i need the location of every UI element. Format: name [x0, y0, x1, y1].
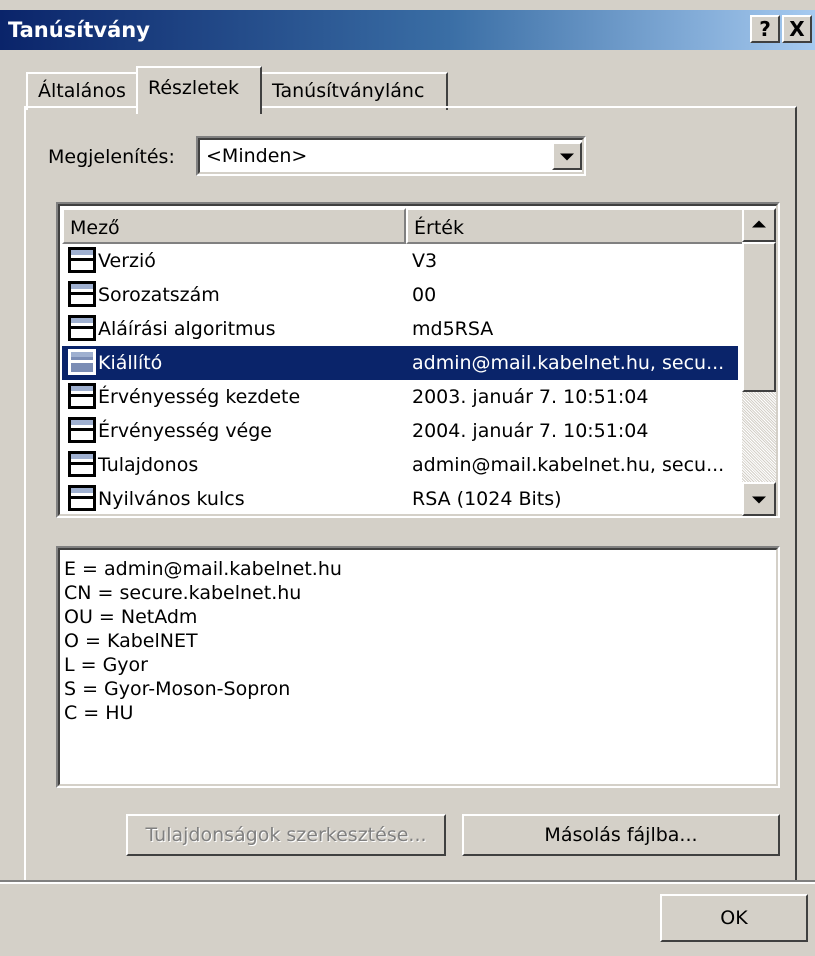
field-icon: [68, 417, 96, 443]
field-name: Aláírási algoritmus: [98, 318, 276, 340]
scroll-thumb[interactable]: [742, 242, 776, 392]
field-list-scrollbar[interactable]: [742, 208, 776, 516]
field-row-valid-to[interactable]: Érvényesség vége 2004. január 7. 10:51:0…: [62, 414, 738, 448]
field-icon: [68, 451, 96, 477]
field-value: 00: [412, 284, 437, 306]
detail-line: S = Gyor-Moson-Sopron: [64, 678, 291, 700]
field-row-version[interactable]: Verzió V3: [62, 244, 738, 278]
field-icon: [68, 315, 96, 341]
field-icon: [68, 383, 96, 409]
copy-to-file-button-label: Másolás fájlba...: [544, 824, 698, 846]
field-name: Érvényesség kezdete: [98, 386, 301, 408]
field-row-subject[interactable]: Tulajdonos admin@mail.kabelnet.hu, secu.…: [62, 448, 738, 482]
title-bar[interactable]: Tanúsítvány ? X: [0, 10, 815, 50]
field-value: admin@mail.kabelnet.hu, secu...: [412, 352, 725, 374]
tab-certification-path[interactable]: Tanúsítványlánc: [260, 72, 448, 110]
certificate-dialog: Tanúsítvány ? X Általános Tanúsítványlán…: [0, 0, 815, 956]
detail-line: C = HU: [64, 702, 134, 724]
detail-line: O = KabelNET: [64, 630, 198, 652]
show-label: Megjelenítés:: [48, 146, 175, 168]
window-title: Tanúsítvány: [8, 18, 150, 42]
chevron-up-icon: [752, 220, 766, 228]
chevron-down-icon: [752, 496, 766, 504]
help-icon: ?: [759, 17, 771, 41]
field-icon: [68, 485, 96, 511]
edit-properties-button-label: Tulajdonságok szerkesztése...: [145, 824, 427, 846]
edit-properties-button[interactable]: Tulajdonságok szerkesztése...: [126, 814, 446, 856]
field-value: admin@mail.kabelnet.hu, secu...: [412, 454, 725, 476]
column-header-value-label: Érték: [414, 217, 464, 239]
detail-line: E = admin@mail.kabelnet.hu: [64, 558, 342, 580]
tab-general-label: Általános: [38, 80, 126, 102]
chevron-down-icon: [560, 153, 574, 161]
show-dropdown[interactable]: <Minden>: [196, 136, 586, 176]
column-header-value[interactable]: Érték: [406, 208, 742, 244]
field-name: Tulajdonos: [98, 454, 199, 476]
field-value: RSA (1024 Bits): [412, 488, 562, 510]
field-list[interactable]: Mező Érték Verzió V3 Sorozatszám 00 Aláí…: [56, 202, 780, 518]
scroll-down-button[interactable]: [742, 482, 776, 516]
ok-button-label: OK: [720, 907, 748, 929]
scroll-up-button[interactable]: [742, 208, 776, 242]
field-row-public-key[interactable]: Nyilvános kulcs RSA (1024 Bits): [62, 482, 738, 516]
tab-certification-path-label: Tanúsítványlánc: [272, 80, 425, 102]
field-name: Nyilvános kulcs: [98, 488, 245, 510]
field-name: Kiállító: [98, 352, 163, 374]
show-dropdown-value: <Minden>: [206, 145, 308, 167]
column-header-field-label: Mező: [70, 217, 120, 239]
field-row-issuer[interactable]: Kiállító admin@mail.kabelnet.hu, secu...: [62, 346, 738, 380]
help-button[interactable]: ?: [750, 15, 780, 43]
field-row-signature-algorithm[interactable]: Aláírási algoritmus md5RSA: [62, 312, 738, 346]
column-header-field[interactable]: Mező: [62, 208, 406, 244]
field-row-serial-number[interactable]: Sorozatszám 00: [62, 278, 738, 312]
copy-to-file-button[interactable]: Másolás fájlba...: [462, 814, 780, 856]
field-name: Verzió: [98, 250, 156, 272]
tab-details-label: Részletek: [148, 77, 240, 99]
ok-button[interactable]: OK: [660, 894, 808, 942]
field-detail-box[interactable]: E = admin@mail.kabelnet.hu CN = secure.k…: [56, 546, 780, 788]
field-value: V3: [412, 250, 438, 272]
field-value: md5RSA: [412, 318, 494, 340]
bottom-divider: [0, 880, 815, 884]
field-name: Érvényesség vége: [98, 420, 272, 442]
field-list-content: Mező Érték Verzió V3 Sorozatszám 00 Aláí…: [62, 208, 742, 516]
tab-general[interactable]: Általános: [26, 72, 138, 110]
show-dropdown-button[interactable]: [552, 142, 582, 170]
field-value: 2004. január 7. 10:51:04: [412, 420, 649, 442]
detail-line: CN = secure.kabelnet.hu: [64, 582, 302, 604]
close-icon: X: [789, 17, 805, 41]
field-value: 2003. január 7. 10:51:04: [412, 386, 649, 408]
detail-line: OU = NetAdm: [64, 606, 198, 628]
field-icon: [68, 281, 96, 307]
field-icon: [68, 349, 96, 375]
detail-line: L = Gyor: [64, 654, 148, 676]
field-row-valid-from[interactable]: Érvényesség kezdete 2003. január 7. 10:5…: [62, 380, 738, 414]
tab-details[interactable]: Részletek: [136, 66, 262, 114]
field-name: Sorozatszám: [98, 284, 220, 306]
field-icon: [68, 247, 96, 273]
close-button[interactable]: X: [782, 15, 812, 43]
